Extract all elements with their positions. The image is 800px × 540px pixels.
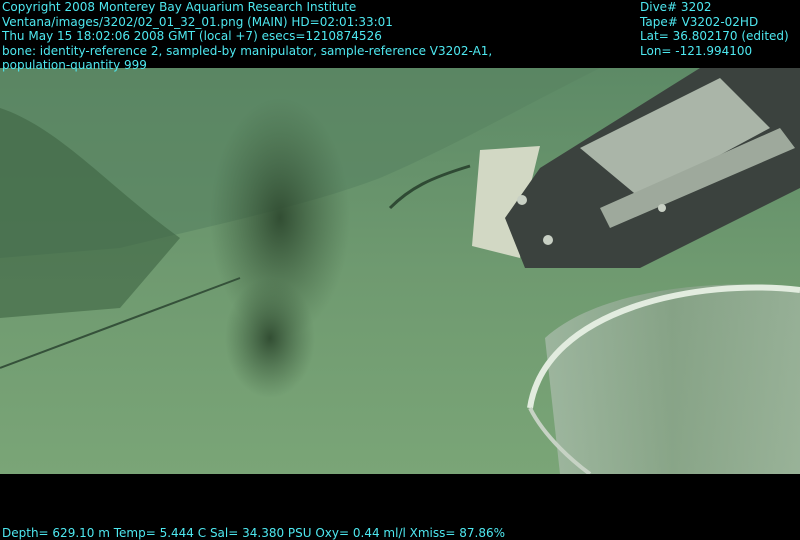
image-path-line: Ventana/images/3202/02_01_32_01.png (MAI… bbox=[2, 14, 393, 29]
annotation-line: bone: identity-reference 2, sampled-by m… bbox=[2, 43, 493, 58]
seafloor-image bbox=[0, 68, 800, 474]
dive-number: Dive# 3202 bbox=[640, 0, 712, 14]
overlay-metadata-left: Copyright 2008 Monterey Bay Aquarium Res… bbox=[2, 0, 492, 73]
sensor-readout: Depth= 629.10 m Temp= 5.444 C Sal= 34.38… bbox=[2, 526, 506, 540]
copyright-line: Copyright 2008 Monterey Bay Aquarium Res… bbox=[2, 0, 357, 14]
timestamp-line: Thu May 15 18:02:06 2008 GMT (local +7) … bbox=[2, 29, 382, 43]
longitude: Lon= -121.994100 bbox=[640, 43, 753, 58]
video-frame: Copyright 2008 Monterey Bay Aquarium Res… bbox=[0, 0, 800, 540]
seafloor-scene bbox=[0, 68, 800, 474]
annotation-line-continued: population-quantity 999 bbox=[2, 58, 147, 72]
tape-number: Tape# V3202-02HD bbox=[640, 14, 759, 29]
overlay-metadata-right: Dive# 3202 Tape# V3202-02HD Lat= 36.8021… bbox=[640, 0, 789, 58]
latitude: Lat= 36.802170 (edited) bbox=[640, 29, 789, 43]
